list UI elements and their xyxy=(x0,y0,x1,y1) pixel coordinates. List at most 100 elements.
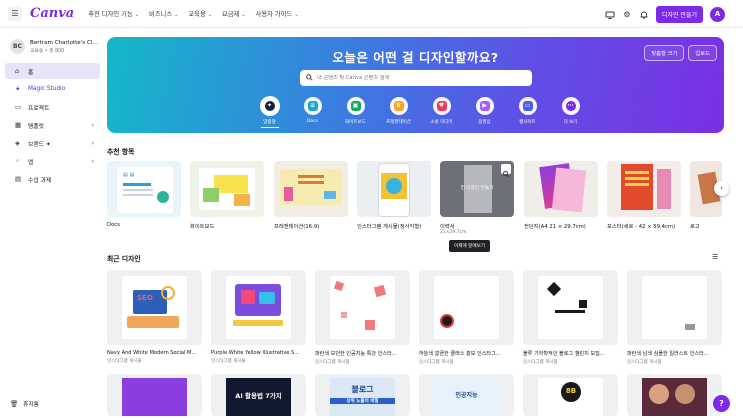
design-title: 파란색 모던한 인공지능 특강 인스타... xyxy=(315,351,397,357)
rec-label: 인스타그램 게시물(정사각형) xyxy=(357,224,422,230)
design-thumbnail xyxy=(211,270,306,345)
shortcut-more[interactable]: ⋯ 더 보기 xyxy=(549,97,592,128)
design-card[interactable]: AI 활용법 7가지 xyxy=(211,374,306,416)
recent-title: 최근 디자인 xyxy=(107,255,141,263)
nav-education[interactable]: 교육용 ⌄ xyxy=(188,9,220,18)
nav-label: 사용자 가이드 xyxy=(255,11,293,18)
shortcut-docs[interactable]: ≡ Docs xyxy=(291,97,334,128)
rec-item-instagram-post[interactable]: 인스타그램 게시물(정사각형) xyxy=(357,161,431,230)
design-card[interactable]: 8B xyxy=(523,374,618,416)
design-card[interactable]: 파란색 남색 심플한 일러스트 인스타... 인스타그램 게시물 xyxy=(627,270,722,365)
nav-label: 교육용 xyxy=(188,11,206,18)
magic-icon: ✦ xyxy=(15,85,21,93)
shortcut-video[interactable]: ▶ 동영상 xyxy=(463,97,506,128)
rec-item-presentation[interactable]: 프레젠테이션(16:9) xyxy=(274,161,348,230)
design-card[interactable]: 인공지능 xyxy=(419,374,514,416)
shortcut-whiteboard[interactable]: ▣ 화이트보드 xyxy=(334,97,377,128)
docs-thumb-icon: ▤ ▤ xyxy=(123,172,135,178)
sidebar-item-projects[interactable]: ▭ 프로젝트 xyxy=(5,99,100,115)
rec-thumbnail: ▤ ▤ xyxy=(107,161,181,217)
rec-item-flyer[interactable]: 전단지(A4 21 × 29.7cm) xyxy=(524,161,598,230)
bell-icon[interactable] xyxy=(639,10,649,20)
sidebar-item-home[interactable]: ⌂ 홈 xyxy=(5,63,100,79)
upload-button[interactable]: 업로드 xyxy=(688,45,717,61)
nav-business[interactable]: 비즈니스 ⌄ xyxy=(149,9,186,18)
gear-icon[interactable]: ⚙ xyxy=(622,10,632,20)
nav-pricing[interactable]: 요금제 ⌄ xyxy=(222,9,254,18)
create-design-button[interactable]: 디자인 만들기 xyxy=(655,6,703,23)
design-card[interactable]: 파란색 모던한 인공지능 특강 인스타... 인스타그램 게시물 xyxy=(315,270,410,365)
active-indicator xyxy=(260,127,279,128)
design-card[interactable]: 하늘색 깔끔한 클래스 홍보 인스타그... 인스타그램 게시물 xyxy=(419,270,514,365)
rec-label: 프레젠테이션(16:9) xyxy=(274,224,320,230)
shortcut-presentation[interactable]: ♛ 프레젠테이션 xyxy=(377,97,420,128)
user-avatar[interactable]: A xyxy=(710,7,725,22)
nav-guide[interactable]: 사용자 가이드 ⌄ xyxy=(256,9,307,18)
sidebar-item-assignments[interactable]: ▤ 수업 과제 xyxy=(5,171,100,187)
tooltip: 이제에 앞에보기 xyxy=(449,240,491,252)
sidebar-item-label: 휴지통 xyxy=(23,402,39,408)
design-type: 인스타그램 게시물 xyxy=(523,360,558,365)
shortcut-website[interactable]: ▭ 웹사이트 xyxy=(506,97,549,128)
heart-icon: ♥ xyxy=(436,101,447,111)
carousel-next-button[interactable]: › xyxy=(714,181,729,196)
thumb-text: 블로그 xyxy=(351,385,374,394)
rec-overlay: 헌 디자인 만들기 xyxy=(460,186,494,191)
design-title: Purple White Yellow Illustrative S... xyxy=(211,350,300,356)
chevron-down-icon: ⌄ xyxy=(174,12,179,18)
search-input[interactable] xyxy=(317,75,517,81)
help-button[interactable]: ? xyxy=(713,395,730,412)
thumb-text: 상위 노출의 비밀 xyxy=(330,398,395,404)
monitor-icon[interactable] xyxy=(605,10,615,20)
zoom-icon[interactable] xyxy=(501,164,511,178)
design-type: 인스타그램 게시물 xyxy=(627,360,662,365)
home-icon: ⌂ xyxy=(15,67,20,75)
custom-size-button[interactable]: 맞춤형 크기 xyxy=(644,45,685,61)
shortcut-custom[interactable]: ✦ 맞춤형 xyxy=(248,97,291,128)
design-card[interactable]: SEO Navy And White Modern Social M... 인스… xyxy=(107,270,202,364)
sidebar-item-magic-studio[interactable]: ✦ Magic Studio xyxy=(5,81,100,97)
design-card[interactable] xyxy=(107,374,202,416)
rec-item-resume[interactable]: 헌 디자인 만들기 이력서 21×29.7cm xyxy=(440,161,514,235)
shortcut-label: 화이트보드 xyxy=(345,120,366,125)
rec-thumbnail: 헌 디자인 만들기 xyxy=(440,161,514,217)
sidebar-item-templates[interactable]: ▦ 템플릿 › xyxy=(5,117,100,133)
design-thumbnail xyxy=(627,374,722,416)
design-card[interactable]: 블로그 상위 노출의 비밀 xyxy=(315,374,410,416)
sidebar-item-apps[interactable]: ⁘ 앱 › xyxy=(5,153,100,169)
shortcut-social-media[interactable]: ♥ 소셜 미디어 xyxy=(420,97,463,128)
design-thumbnail xyxy=(419,270,514,345)
rec-label: Docs xyxy=(107,222,120,228)
search-bar[interactable] xyxy=(300,70,532,86)
sidebar-item-label: 앱 xyxy=(28,159,34,166)
thumb-text: 인공지능 xyxy=(455,392,478,399)
rec-thumbnail xyxy=(274,161,348,217)
canva-logo[interactable]: Canva xyxy=(30,6,74,21)
rec-item-poster[interactable]: 포스터(세로 - 42 × 59.4cm) xyxy=(607,161,681,230)
list-view-icon[interactable]: ☰ xyxy=(712,253,718,261)
design-card[interactable]: 블루 기하학적인 블로그 챌린지 모집... 인스타그램 게시물 xyxy=(523,270,618,365)
design-card[interactable] xyxy=(627,374,722,416)
brand-icon: ◈ xyxy=(15,139,20,147)
assignment-icon: ▤ xyxy=(15,175,22,183)
rec-item-logo[interactable]: 로고 xyxy=(690,161,722,230)
hero-title: 오늘은 어떤 걸 디자인할까요? xyxy=(332,50,499,65)
apps-icon: ⁘ xyxy=(15,157,21,165)
search-icon xyxy=(306,73,313,83)
rec-thumbnail xyxy=(524,161,598,217)
menu-icon[interactable]: ☰ xyxy=(8,6,22,21)
top-actions: ⚙ 디자인 만들기 A xyxy=(605,6,725,23)
design-card[interactable]: Purple White Yellow Illustrative S... 인스… xyxy=(211,270,306,364)
rec-item-whiteboard[interactable]: 화이트보드 xyxy=(190,161,264,230)
sidebar-item-brand[interactable]: ◈ 브랜드 ✦ › xyxy=(5,135,100,151)
sidebar-item-label: 수업 과제 xyxy=(28,177,52,184)
shortcut-circle: ♥ xyxy=(432,97,451,115)
nav-featured[interactable]: 추천 디자인 기능 ⌄ xyxy=(88,9,147,18)
sidebar-item-trash[interactable]: 🗑 휴지통 xyxy=(10,399,39,409)
more-icon: ⋯ xyxy=(565,101,576,111)
chevron-right-icon: › xyxy=(91,157,94,165)
account-switcher[interactable]: BC Bertram Charlotte's Cl... 교육용 • 총 800 xyxy=(0,28,103,54)
rec-item-docs[interactable]: ▤ ▤ Docs xyxy=(107,161,181,228)
shortcut-row: ✦ 맞춤형 ≡ Docs ▣ 화이트보드 ♛ 프레젠테이션 ♥ 소셜 미디어 ▶… xyxy=(248,97,592,128)
design-title: 하늘색 깔끔한 클래스 홍보 인스타그... xyxy=(419,351,501,357)
